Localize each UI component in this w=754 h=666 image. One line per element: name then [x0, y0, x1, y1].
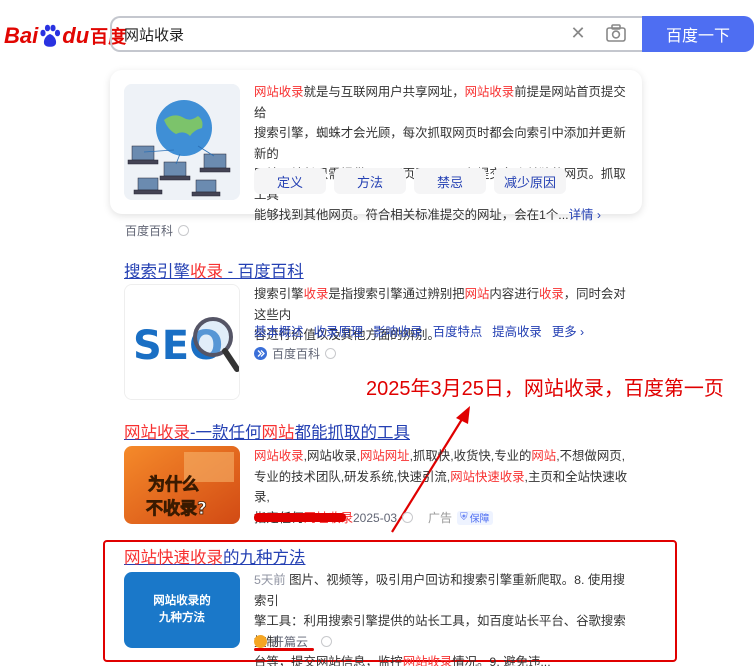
logo-bai: Bai	[4, 23, 39, 48]
sublink-influence[interactable]: 影响收录	[373, 322, 423, 340]
why-image-line1: 为什么	[148, 474, 199, 495]
network-image[interactable]	[124, 84, 240, 200]
seo-image[interactable]: SEO	[124, 284, 240, 400]
chip-reduce-reason[interactable]: 减少原因	[494, 168, 566, 194]
result3-title[interactable]: 网站快速收录的九种方法	[124, 544, 306, 568]
search-box[interactable]	[110, 16, 642, 52]
result2-date: 2025-03	[353, 510, 398, 525]
why-not-indexed-image[interactable]: 为什么 不收录?	[124, 446, 240, 524]
baike-logo-icon	[254, 347, 267, 360]
kaipian-logo-icon	[254, 635, 267, 648]
chip-taboo[interactable]: 禁忌	[414, 168, 486, 194]
guarantee-badge[interactable]: ⛨ 保障	[457, 510, 493, 525]
info-icon	[178, 225, 190, 236]
annotation-text: 2025年3月25日，网站收录，百度第一页	[366, 378, 724, 400]
ad-label: 广告	[428, 511, 453, 525]
sublink-more[interactable]: 更多 ›	[552, 322, 584, 340]
chip-definition[interactable]: 定义	[254, 168, 326, 194]
result2-title[interactable]: 网站收录-一款任何网站都能抓取的工具	[124, 419, 410, 443]
clear-icon[interactable]: ✕	[568, 23, 588, 44]
camera-icon[interactable]	[604, 22, 628, 44]
result3-snippet: 5天前 图片、视频等，吸引用户回访和搜索引擎重新爬取。8. 使用搜索引 擎工具：…	[254, 573, 626, 666]
result1-title[interactable]: 搜索引擎收录 - 百度百科	[124, 258, 304, 282]
baike-card: 网站收录就是与互联网用户共享网址，网站收录前提是网站首页提交给 搜索引擎，蜘蛛才…	[110, 70, 642, 222]
info-icon	[402, 512, 414, 523]
sublink-principle[interactable]: 收录原理	[314, 322, 364, 340]
info-icon	[321, 636, 333, 647]
sublink-features[interactable]: 百度特点	[433, 322, 483, 340]
info-icon	[325, 348, 337, 359]
nine-image-line1: 网站收录的	[153, 595, 211, 607]
result1-source[interactable]: 百度百科	[254, 345, 337, 362]
source-underline	[254, 648, 314, 651]
search-button[interactable]: 百度一下	[642, 16, 754, 52]
shield-icon: ⛨	[460, 512, 468, 523]
redacted-source	[254, 513, 346, 522]
chip-method[interactable]: 方法	[334, 168, 406, 194]
baike-snippet: 网站收录就是与互联网用户共享网址，网站收录前提是网站首页提交给 搜索引擎，蜘蛛才…	[254, 85, 626, 222]
nine-image-line2: 九种方法	[159, 612, 205, 624]
logo-du: du	[62, 23, 90, 48]
nine-methods-image[interactable]: 网站收录的 九种方法	[124, 572, 240, 648]
sublink-overview[interactable]: 基本概述	[254, 322, 304, 340]
why-image-line2: 不收录?	[146, 498, 207, 519]
search-input[interactable]	[124, 25, 544, 43]
sublink-improve[interactable]: 提高收录	[492, 322, 542, 340]
baike-source[interactable]: 百度百科	[125, 222, 190, 239]
result1-sublinks: 基本概述 收录原理 影响收录 百度特点 提高收录 更多 ›	[254, 322, 584, 340]
paw-icon	[39, 24, 61, 48]
baidu-logo[interactable]: Bai du 百度	[4, 22, 126, 50]
details-link[interactable]: 详情 ›	[569, 208, 601, 222]
result2-meta: 2025-03 广告 ⛨ 保障	[254, 509, 493, 526]
chip-row: 定义 方法 禁忌 减少原因	[254, 168, 566, 194]
